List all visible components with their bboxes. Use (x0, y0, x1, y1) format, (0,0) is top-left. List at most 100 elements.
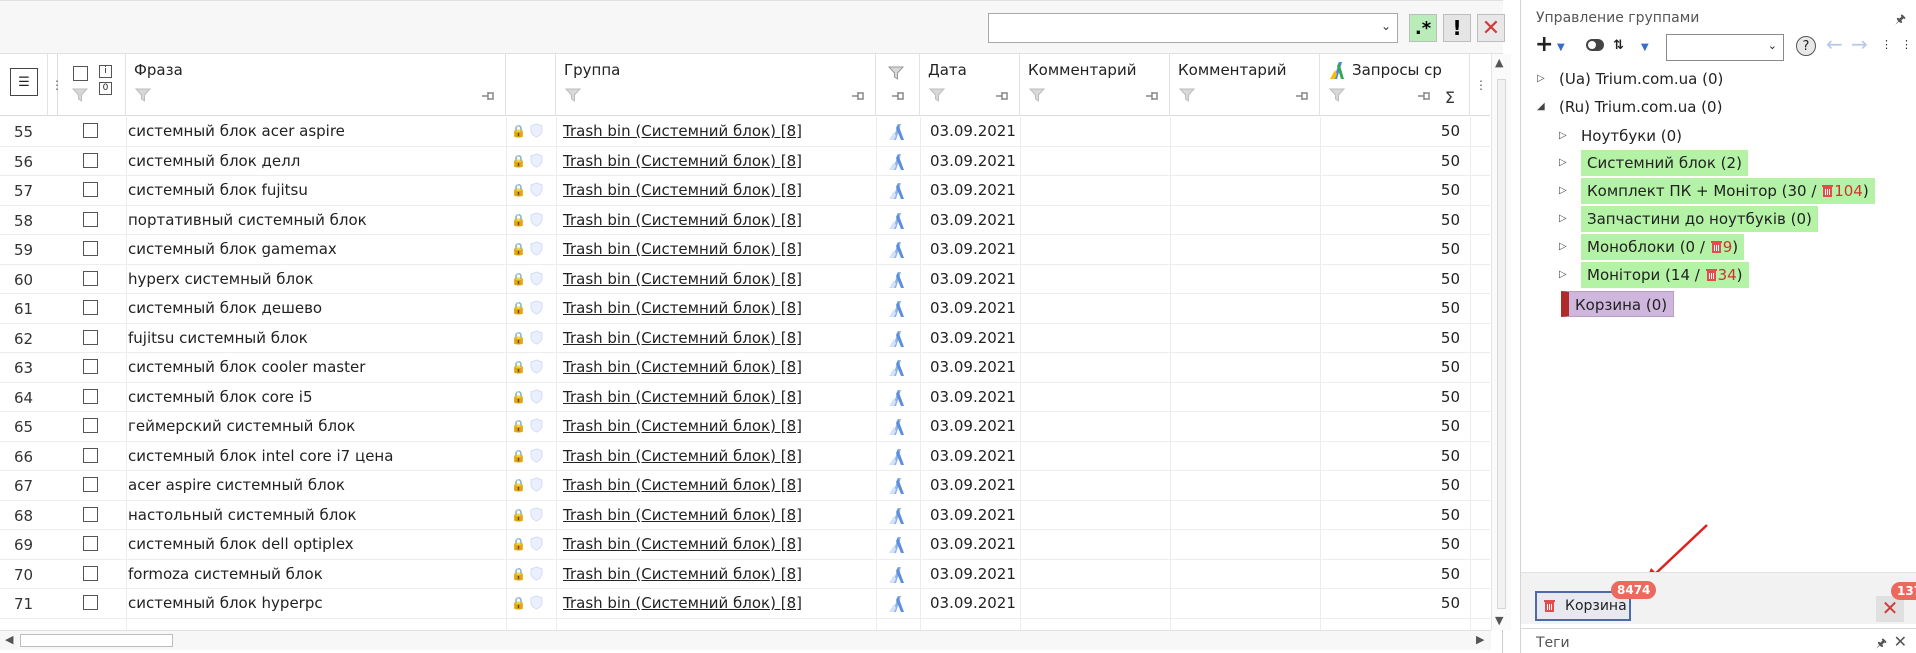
group-link[interactable]: Trash bin (Системний блок) [8] (563, 447, 802, 465)
scroll-down-icon[interactable]: ▼ (1495, 614, 1503, 627)
group-link[interactable]: Trash bin (Системний блок) [8] (563, 329, 802, 347)
group-link[interactable]: Trash bin (Системний блок) [8] (563, 270, 802, 288)
group-filter-combo[interactable]: ⌄ (1666, 34, 1784, 61)
tree-node[interactable]: Ноутбуки (0) (1581, 123, 1682, 149)
phrase-cell[interactable]: системный блок hyperpc (128, 594, 323, 612)
tree-node[interactable]: Монітори (14 / 34) (1581, 262, 1749, 288)
row-checkbox[interactable] (83, 477, 98, 492)
table-row[interactable]: 64 системный блок core i5 🔒 Trash bin (Сист… (0, 383, 1490, 412)
row-checkbox[interactable] (83, 152, 98, 168)
table-row[interactable]: 67 acer aspire системный блок 🔒 Trash bin (… (0, 471, 1490, 501)
lock-icon[interactable]: 🔒 (511, 183, 526, 197)
header-splitter-right[interactable]: ⋮ (1470, 54, 1490, 116)
scroll-thumb[interactable] (20, 634, 173, 647)
table-row[interactable]: 56 системный блок делл 🔒 Trash bin (Системн… (0, 147, 1490, 176)
group-link[interactable]: Trash bin (Системний блок) [8] (563, 594, 802, 612)
group-link[interactable]: Trash bin (Системний блок) [8] (563, 388, 802, 406)
group-link[interactable]: Trash bin (Системний блок) [8] (563, 476, 802, 494)
add-group-icon[interactable]: + (1535, 32, 1553, 57)
table-row[interactable]: 57 системный блок fujitsu 🔒 Trash bin (Сист… (0, 176, 1490, 206)
shield-icon[interactable] (530, 123, 543, 138)
tree-node[interactable]: Запчастини до ноутбуків (0) (1581, 206, 1818, 232)
lock-icon[interactable]: 🔒 (511, 242, 526, 256)
header-source[interactable] (876, 54, 920, 116)
lock-icon[interactable]: 🔒 (511, 272, 526, 286)
chevron-down-icon[interactable]: ⌄ (1381, 19, 1391, 33)
shield-icon[interactable] (530, 241, 543, 256)
select-all-checkbox[interactable] (73, 66, 88, 81)
shield-icon[interactable] (530, 595, 543, 610)
filter-funnel-icon[interactable] (1029, 88, 1045, 102)
tree-node[interactable]: Комплект ПК + Монітор (30 / 104) (1581, 178, 1875, 204)
lock-icon[interactable]: 🔒 (511, 360, 526, 374)
lock-icon[interactable]: 🔒 (511, 301, 526, 315)
pin-icon[interactable] (1145, 90, 1159, 102)
scroll-up-icon[interactable]: ▲ (1495, 56, 1503, 69)
lock-icon[interactable]: 🔒 (511, 213, 526, 227)
row-checkbox[interactable] (83, 270, 98, 286)
sort-az-icon[interactable]: ⇅ (1613, 38, 1624, 53)
pin-icon[interactable] (1417, 90, 1431, 102)
table-row[interactable]: 70 formoza системный блок 🔒 Trash bin (Сист… (0, 560, 1490, 589)
lock-icon[interactable]: 🔒 (511, 331, 526, 345)
row-checkbox[interactable] (83, 506, 98, 522)
phrase-cell[interactable]: системный блок intel core i7 цена (128, 447, 393, 465)
filter-combo[interactable]: ⌄ (988, 13, 1398, 43)
tree-expander-icon[interactable]: ▷ (1559, 185, 1567, 196)
collapse-icon[interactable]: ⋮ (1881, 38, 1892, 51)
shield-icon[interactable] (530, 447, 543, 463)
shield-icon[interactable] (530, 536, 543, 551)
filter-funnel-icon[interactable] (565, 88, 581, 102)
scroll-thumb[interactable] (1497, 79, 1506, 609)
vertical-scrollbar[interactable]: ▲ ▼ (1491, 54, 1511, 630)
header-requests[interactable]: Запросы ср Σ (1320, 54, 1470, 116)
row-checkbox[interactable] (83, 211, 98, 227)
shield-icon[interactable] (530, 359, 543, 374)
shield-icon[interactable] (530, 388, 543, 404)
tree-expander-icon[interactable]: ▷ (1559, 157, 1567, 168)
phrase-cell[interactable]: системный блок делл (128, 152, 300, 170)
row-checkbox[interactable] (83, 565, 98, 581)
tree-expander-icon[interactable]: ▷ (1559, 269, 1567, 280)
tree-expander-icon[interactable]: ◢ (1537, 101, 1545, 112)
phrase-cell[interactable]: fujitsu системный блок (128, 329, 308, 347)
header-splitter[interactable]: ⋮ (48, 54, 63, 116)
shield-icon[interactable] (530, 506, 543, 522)
phrase-cell[interactable]: настольный системный блок (128, 506, 357, 524)
pin-icon[interactable]: 🖈 (1895, 10, 1906, 31)
filter-funnel-icon[interactable] (1179, 88, 1195, 102)
lock-icon[interactable]: 🔒 (511, 596, 526, 610)
lock-icon[interactable]: 🔒 (511, 478, 526, 492)
table-row[interactable]: 58 портативный системный блок 🔒 Trash bin (… (0, 206, 1490, 235)
header-comment-1[interactable]: Комментарий (1020, 54, 1170, 116)
shield-icon[interactable] (530, 182, 543, 197)
table-row[interactable]: 69 системный блок dell optiplex 🔒 Trash bin… (0, 530, 1490, 560)
shield-icon[interactable] (530, 152, 543, 168)
group-link[interactable]: Trash bin (Системний блок) [8] (563, 535, 802, 553)
table-row[interactable]: 63 системный блок cooler master 🔒 Trash bin… (0, 353, 1490, 383)
phrase-cell[interactable]: геймерский системный блок (128, 417, 355, 435)
pin-icon[interactable] (481, 90, 495, 102)
lock-icon[interactable]: 🔒 (511, 537, 526, 551)
group-link[interactable]: Trash bin (Системний блок) [8] (563, 565, 802, 583)
phrase-cell[interactable]: портативный системный блок (128, 211, 367, 229)
tree-node[interactable]: (Ru) Trium.com.ua (0) (1559, 94, 1722, 120)
info-icon[interactable]: i (99, 65, 112, 78)
group-link[interactable]: Trash bin (Системний блок) [8] (563, 299, 802, 317)
phrase-cell[interactable]: системный блок dell optiplex (128, 535, 354, 553)
lock-icon[interactable]: 🔒 (511, 508, 526, 522)
back-arrow-icon[interactable]: ← (1826, 32, 1843, 56)
table-row[interactable]: 59 системный блок gamemax 🔒 Trash bin (Сист… (0, 235, 1490, 265)
shield-icon[interactable] (530, 565, 543, 581)
help-button[interactable]: ? (1796, 36, 1816, 56)
tree-expander-icon[interactable]: ▷ (1559, 130, 1567, 141)
toggle-icon[interactable] (1585, 36, 1605, 57)
sum-icon[interactable]: Σ (1445, 88, 1455, 107)
group-link[interactable]: Trash bin (Системний блок) [8] (563, 122, 802, 140)
shield-icon[interactable] (530, 270, 543, 286)
shield-icon[interactable] (530, 211, 543, 227)
tree-node[interactable]: (Ua) Trium.com.ua (0) (1559, 66, 1723, 92)
group-link[interactable]: Trash bin (Системний блок) [8] (563, 240, 802, 258)
phrase-cell[interactable]: системный блок fujitsu (128, 181, 308, 199)
exclude-toggle-button[interactable]: ! (1443, 14, 1471, 42)
